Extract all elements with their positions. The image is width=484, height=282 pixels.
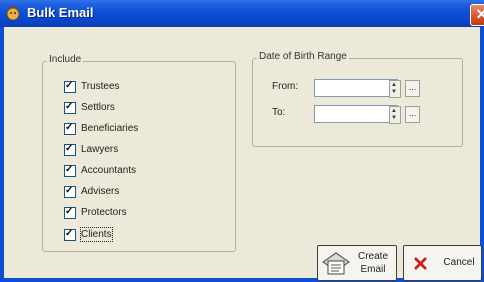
checkbox-box[interactable]: ✓ [64, 122, 76, 135]
window-title: Bulk Email [27, 5, 94, 20]
cancel-button[interactable]: Cancel [403, 245, 482, 281]
checkbox-label: Beneficiaries [81, 123, 139, 134]
checkbox-label: Settlors [81, 102, 115, 113]
to-date-input[interactable] [314, 105, 398, 123]
email-icon [322, 252, 350, 275]
spin-down-icon[interactable]: ▼ [391, 115, 397, 121]
checkbox-label: Clients [80, 227, 113, 242]
checkbox-box[interactable]: ✓ [64, 101, 76, 114]
to-date-browse-button[interactable]: ... [405, 106, 420, 123]
spin-down-icon[interactable]: ▼ [391, 89, 397, 95]
checkbox-box[interactable]: ✓ [64, 185, 76, 198]
close-icon: ✕ [475, 6, 484, 22]
title-bar[interactable]: Bulk Email ✕ [0, 0, 484, 27]
cancel-label: Cancel [443, 257, 475, 268]
from-date-browse-button[interactable]: ... [405, 80, 420, 97]
checkmark-icon: ✓ [65, 228, 74, 239]
include-group: Include ✓ Trustees ✓ Settlors ✓ Benefici… [42, 54, 236, 252]
spin-up-icon[interactable]: ▲ [391, 108, 397, 114]
spin-up-icon[interactable]: ▲ [391, 82, 397, 88]
checkbox-box[interactable]: ✓ [64, 143, 76, 156]
app-icon [6, 5, 20, 21]
checkmark-icon: ✓ [65, 80, 74, 91]
checkmark-icon: ✓ [65, 101, 74, 112]
checkmark-icon: ✓ [65, 164, 74, 175]
checkmark-icon: ✓ [65, 143, 74, 154]
dob-range-group: Date of Birth Range From: ▲ ▼ ... To: ▲ … [252, 51, 463, 147]
window-frame-right [480, 27, 484, 282]
window-frame-left [0, 27, 4, 282]
checkbox-box[interactable]: ✓ [64, 80, 76, 93]
to-date-spinner[interactable]: ▲ ▼ [389, 106, 401, 124]
checkbox-box[interactable]: ✓ [64, 228, 76, 241]
checkbox-label: Protectors [81, 207, 127, 218]
checkmark-icon: ✓ [65, 185, 74, 196]
checkbox-box[interactable]: ✓ [64, 164, 76, 177]
to-label: To: [272, 107, 286, 118]
checkbox-box[interactable]: ✓ [64, 206, 76, 219]
bulk-email-window: Bulk Email ✕ Include ✓ Trustees ✓ Settlo… [0, 0, 484, 282]
checkbox-label: Trustees [81, 81, 120, 92]
create-email-button[interactable]: Create Email [317, 245, 397, 281]
checkbox-label: Lawyers [81, 144, 119, 155]
checkmark-icon: ✓ [65, 122, 74, 133]
from-date-input[interactable] [314, 79, 398, 97]
create-email-label-line1: Create [357, 251, 388, 262]
close-button[interactable]: ✕ [470, 4, 484, 26]
checkbox-label: Advisers [81, 186, 120, 197]
from-label: From: [272, 81, 299, 92]
cancel-x-icon [414, 257, 427, 270]
include-legend: Include [47, 54, 84, 65]
checkbox-label: Accountants [81, 165, 137, 176]
checkmark-icon: ✓ [65, 206, 74, 217]
dob-legend: Date of Birth Range [257, 51, 349, 62]
from-date-spinner[interactable]: ▲ ▼ [389, 80, 401, 98]
create-email-label-line2: Email [360, 264, 386, 275]
